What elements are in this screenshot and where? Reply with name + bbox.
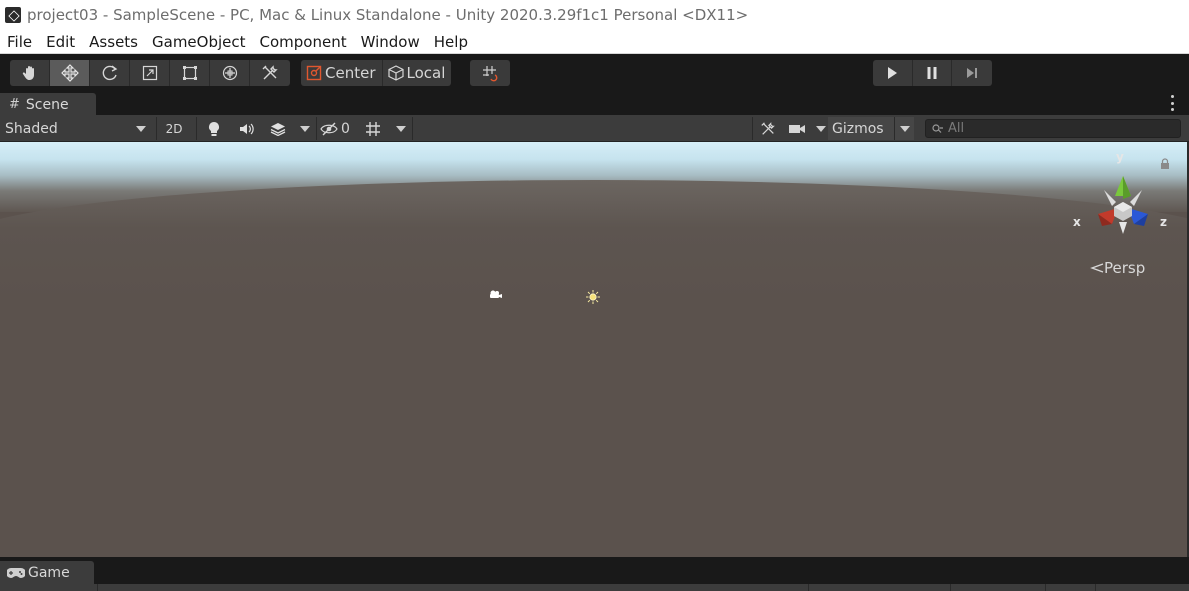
toggle-2d-button[interactable]: 2D: [157, 117, 191, 140]
draw-mode-label: Shaded: [5, 120, 58, 137]
window-title-bar: project03 - SampleScene - PC, Mac & Linu…: [0, 0, 1189, 30]
scene-tools-button[interactable]: [757, 117, 779, 140]
window-title: project03 - SampleScene - PC, Mac & Linu…: [27, 6, 749, 24]
rotate-tool-button[interactable]: [90, 60, 130, 86]
game-tab-bar: Game: [0, 560, 1189, 584]
layers-effects-icon: [270, 122, 286, 136]
grid-snap-group: [470, 60, 510, 86]
step-icon: [967, 68, 978, 78]
pivot-toggle-group: Center Local: [301, 60, 452, 86]
scene-camera-dropdown[interactable]: [788, 117, 826, 140]
transform-combo-icon: [222, 65, 237, 81]
transform-tools-group: [10, 60, 290, 86]
gizmos-dropdown[interactable]: Gizmos: [828, 117, 914, 140]
chevron-down-icon: [300, 125, 310, 132]
tab-game[interactable]: Game: [0, 561, 94, 584]
hand-icon: [22, 66, 34, 80]
chevron-down-icon: [136, 125, 146, 132]
effects-toggle-button[interactable]: [264, 117, 292, 140]
scene-tab-bar: # Scene: [0, 91, 1189, 116]
play-icon: [888, 67, 898, 79]
hand-tool-button[interactable]: [10, 60, 50, 86]
menu-bar: File Edit Assets GameObject Component Wi…: [0, 30, 1189, 54]
chevron-down-icon: [816, 125, 826, 132]
pivot-local-button[interactable]: Local: [383, 60, 452, 86]
move-tool-button[interactable]: [50, 60, 90, 86]
transform-tool-button[interactable]: [210, 60, 250, 86]
scene-view-toolbar: Shaded 2D 0 Gizmos: [0, 115, 1189, 142]
search-icon: [932, 123, 943, 133]
rect-tool-button[interactable]: [170, 60, 210, 86]
hidden-objects-toggle[interactable]: 0: [320, 117, 356, 140]
ground-horizon: [0, 180, 1187, 300]
lightbulb-icon: [209, 121, 219, 136]
audio-toggle-button[interactable]: [232, 117, 260, 140]
hidden-count: 0: [341, 120, 350, 137]
game-tab-label: Game: [28, 564, 70, 581]
camera-icon: [789, 124, 805, 133]
draw-mode-dropdown[interactable]: Shaded: [5, 117, 150, 140]
rect-transform-icon: [182, 66, 197, 80]
menu-gameobject[interactable]: GameObject: [145, 33, 253, 51]
pivot-center-icon: [306, 65, 322, 81]
play-controls-group: [873, 60, 992, 86]
effects-dropdown[interactable]: [298, 117, 312, 140]
scene-grid-icon: #: [9, 97, 20, 112]
menu-window[interactable]: Window: [354, 33, 427, 51]
chevron-down-icon: [396, 125, 406, 132]
search-input[interactable]: [948, 121, 1168, 136]
pivot-rotation-label: Local: [406, 64, 446, 82]
pause-icon: [927, 67, 937, 79]
gizmo-axis-y-label: y: [1116, 150, 1124, 164]
chevron-down-icon: [900, 126, 910, 132]
grid-snap-icon: [483, 66, 498, 82]
wrench-screwdriver-icon: [262, 65, 278, 80]
wrench-screwdriver-icon: [761, 121, 775, 135]
scene-search-field[interactable]: [925, 119, 1181, 138]
directional-light-icon[interactable]: [585, 289, 601, 305]
grid-snap-button[interactable]: [470, 60, 510, 86]
pivot-mode-label: Center: [325, 64, 376, 82]
lighting-toggle-button[interactable]: [200, 117, 228, 140]
move-arrows-icon: [60, 64, 79, 82]
unity-app-icon: [5, 7, 21, 23]
gizmo-axis-x-label: x: [1073, 215, 1081, 229]
projection-toggle[interactable]: Persp: [1090, 259, 1145, 277]
scene-viewport[interactable]: y x z Persp: [0, 142, 1187, 557]
more-options-icon[interactable]: [1171, 95, 1175, 111]
menu-component[interactable]: Component: [253, 33, 354, 51]
orientation-gizmo[interactable]: [1068, 152, 1172, 246]
local-cube-icon: [387, 65, 404, 81]
scale-icon: [142, 65, 157, 81]
tab-scene[interactable]: # Scene: [0, 93, 96, 116]
projection-label: Persp: [1104, 259, 1146, 277]
menu-assets[interactable]: Assets: [82, 33, 145, 51]
grid-toggle-button[interactable]: [362, 117, 384, 140]
gizmos-label: Gizmos: [832, 120, 884, 137]
grid-icon: [366, 121, 380, 136]
rotate-icon: [102, 65, 117, 81]
custom-tools-button[interactable]: [250, 60, 290, 86]
perspective-angle-icon: [1090, 263, 1104, 273]
speaker-icon: [240, 123, 254, 134]
main-toolbar: Center Local: [0, 55, 1189, 91]
step-button[interactable]: [952, 60, 992, 86]
toggle-2d-label: 2D: [165, 121, 183, 136]
pause-button[interactable]: [913, 60, 953, 86]
gizmo-axis-z-label: z: [1160, 215, 1167, 229]
camera-gizmo-icon[interactable]: [488, 289, 502, 299]
pivot-center-button[interactable]: Center: [301, 60, 383, 86]
menu-help[interactable]: Help: [427, 33, 475, 51]
play-button[interactable]: [873, 60, 913, 86]
scale-tool-button[interactable]: [130, 60, 170, 86]
game-view-toolbar: [0, 584, 1189, 591]
eye-slash-icon: [320, 122, 338, 135]
menu-edit[interactable]: Edit: [39, 33, 82, 51]
gamepad-icon: [7, 567, 25, 578]
grid-dropdown[interactable]: [394, 117, 408, 140]
menu-file[interactable]: File: [0, 33, 39, 51]
lock-icon[interactable]: [1160, 158, 1170, 170]
scene-tab-label: Scene: [25, 96, 69, 113]
